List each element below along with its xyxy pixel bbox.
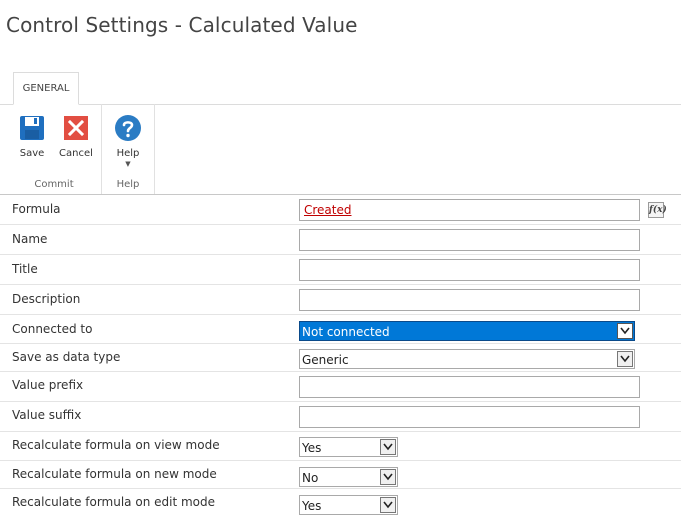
formula-label: Formula	[12, 202, 61, 216]
description-label: Description	[12, 292, 81, 306]
connected-to-select[interactable]: Not connected	[299, 321, 635, 341]
save-icon	[20, 116, 44, 140]
save-as-data-type-label: Save as data type	[12, 350, 121, 364]
recalc-view-select[interactable]: Yes	[299, 437, 398, 457]
ribbon-tab-bar: GENERAL	[0, 72, 681, 105]
recalc-view-label: Recalculate formula on view mode	[12, 438, 220, 452]
row-formula: Formula Created f(x)	[0, 195, 681, 225]
help-icon	[115, 115, 141, 141]
save-button[interactable]: Save	[10, 114, 54, 159]
recalc-edit-select[interactable]: Yes	[299, 495, 398, 515]
connected-to-value: Not connected	[302, 325, 390, 339]
help-button[interactable]: Help ▼	[106, 114, 150, 168]
value-prefix-label: Value prefix	[12, 378, 84, 392]
recalc-new-label: Recalculate formula on new mode	[12, 467, 217, 481]
save-as-data-type-select[interactable]: Generic	[299, 349, 635, 369]
formula-token-created[interactable]: Created	[304, 203, 352, 217]
help-label: Help	[116, 148, 140, 159]
save-label: Save	[19, 148, 45, 159]
ribbon-group-commit: Save Cancel Commit	[7, 104, 102, 194]
group-label-help: Help	[116, 179, 140, 190]
cancel-button[interactable]: Cancel	[54, 114, 98, 159]
fx-icon[interactable]: f(x)	[648, 202, 667, 218]
title-label: Title	[12, 262, 38, 276]
row-title: Title	[0, 255, 681, 285]
row-name: Name	[0, 225, 681, 255]
page-title: Control Settings - Calculated Value	[6, 13, 358, 37]
group-label-commit: Commit	[34, 179, 74, 190]
recalc-edit-value: Yes	[302, 499, 322, 513]
tab-general[interactable]: GENERAL	[13, 72, 79, 105]
chevron-down-icon[interactable]	[380, 469, 396, 485]
title-field[interactable]	[299, 259, 640, 281]
chevron-down-icon[interactable]	[380, 439, 396, 455]
chevron-down-icon: ▼	[125, 160, 131, 168]
name-field[interactable]	[299, 229, 640, 251]
description-field[interactable]	[299, 289, 640, 311]
row-connected-to: Connected to Not connected	[0, 315, 681, 344]
recalc-edit-label: Recalculate formula on edit mode	[12, 495, 215, 509]
recalc-new-value: No	[302, 471, 319, 485]
name-label: Name	[12, 232, 48, 246]
connected-to-label: Connected to	[12, 322, 93, 336]
recalc-new-select[interactable]: No	[299, 467, 398, 487]
row-value-suffix: Value suffix	[0, 402, 681, 432]
row-save-as-data-type: Save as data type Generic	[0, 344, 681, 372]
row-description: Description	[0, 285, 681, 315]
settings-form: Formula Created f(x) Name Title Descript…	[0, 195, 681, 519]
chevron-down-icon[interactable]	[380, 497, 396, 513]
value-suffix-label: Value suffix	[12, 408, 82, 422]
chevron-down-icon[interactable]	[617, 323, 633, 339]
row-recalc-new: Recalculate formula on new mode No	[0, 461, 681, 489]
row-recalc-view: Recalculate formula on view mode Yes	[0, 432, 681, 461]
cancel-label: Cancel	[59, 148, 93, 159]
formula-field[interactable]: Created	[299, 199, 640, 221]
cancel-icon	[64, 116, 88, 140]
row-value-prefix: Value prefix	[0, 372, 681, 402]
value-prefix-field[interactable]	[299, 376, 640, 398]
ribbon-body: Save Cancel Commit Help ▼ Help	[0, 104, 681, 195]
save-as-data-type-value: Generic	[302, 353, 349, 367]
value-suffix-field[interactable]	[299, 406, 640, 428]
recalc-view-value: Yes	[302, 441, 322, 455]
ribbon-group-help: Help ▼ Help	[102, 104, 155, 194]
chevron-down-icon[interactable]	[617, 351, 633, 367]
